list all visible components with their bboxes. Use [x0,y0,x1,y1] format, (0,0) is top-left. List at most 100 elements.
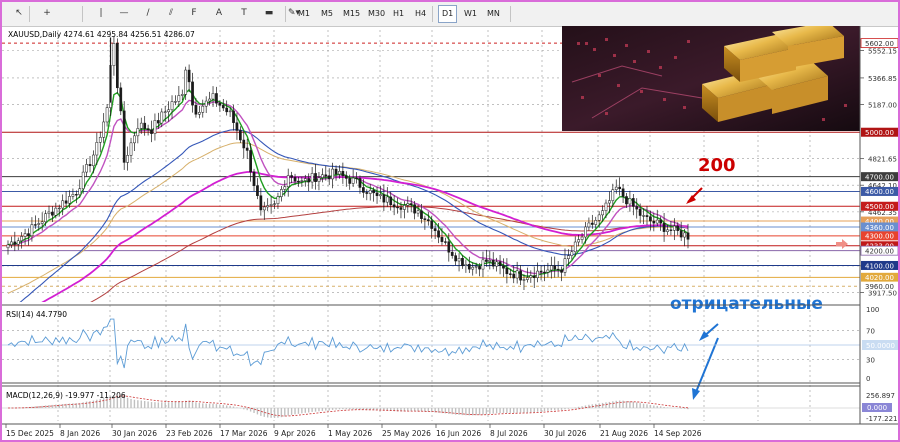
candle-body [563,258,567,273]
candle-body [290,175,293,178]
equidistant-channel-tool-button[interactable]: ⫽ [162,5,180,22]
candle-body [68,196,71,204]
candle-body [136,128,140,137]
candle-body [314,173,317,183]
equidistant-channel-icon: ⫽ [168,8,173,18]
candle-body [40,221,44,224]
horizontal-line-icon: — [119,8,129,18]
price-level-text: 4600.00 [865,188,894,196]
candle-body [403,205,406,210]
candle-body [461,258,464,266]
price-level-text: 5602.00 [865,40,894,48]
candle-body [184,69,188,95]
candle-body [676,225,680,231]
vertical-line-tool-button[interactable]: | [92,5,110,22]
candle-body [344,175,348,179]
candle-body [37,223,41,225]
candle-body [635,206,639,210]
text-icon: A [215,8,223,18]
candle-body [358,178,362,188]
timeframe-mn[interactable]: MN [484,6,503,22]
candle-body [286,175,290,188]
candle-body [580,236,584,240]
candle-body [362,187,365,193]
candle-body [180,94,184,96]
rsi-label: RSI(14) 44.7790 [6,310,67,319]
price-pointer-arrow [836,239,848,249]
candle-body [167,109,170,113]
candle-body [655,219,659,224]
candle-body [618,186,622,190]
candle-body [406,203,410,206]
candle-body [467,263,471,270]
candle-body [334,168,338,175]
vertical-line-icon: | [99,8,103,18]
candle-body [146,128,150,130]
candle-body [396,206,399,209]
candle-body [631,198,635,207]
candle-body [163,111,167,113]
timeframe-d1[interactable]: D1 [438,5,458,23]
timeframe-m15[interactable]: M15 [340,6,363,22]
text-label-tool-button[interactable]: T [235,5,253,22]
candle-body [215,93,218,104]
candle-body [33,224,37,226]
candle-body [321,174,324,178]
candle-body [553,265,557,270]
price-level-text: 5000.00 [865,129,894,137]
candle-body [413,204,416,214]
candle-body [16,240,20,245]
candle-body [204,100,208,107]
candle-body [379,194,382,196]
timeframe-m30[interactable]: M30 [365,6,388,22]
candle-body [649,216,652,222]
time-tick: 8 Jan 2026 [60,429,100,438]
horizontal-line-tool-button[interactable]: — [115,5,133,22]
candle-body [10,241,13,246]
fibonacci-tool-button[interactable]: F [185,5,203,22]
candle-body [133,135,136,144]
candle-body [549,265,553,271]
candle-body [27,233,30,237]
candle-body [590,222,594,225]
candle-body [454,255,457,262]
toolbar: ↖ + | — / ⫽ F A T ▬ ✎▾ M1 M5 M15 M30 H1 H4 D1 W1 MN [2,2,898,27]
candle-body [577,239,581,243]
rsi-panel: RSI(14) 44.7790 100 70 30 0 50.0000 [2,304,898,384]
chart-area[interactable]: XAUUSD,Daily 4274.61 4295.84 4256.51 428… [2,26,898,440]
candle-body [529,275,533,278]
text-label-icon: T [241,8,247,18]
cursor-tool-button[interactable]: ↖ [10,5,28,22]
candle-body [160,111,164,124]
trendline-icon: / [146,8,150,18]
timeframe-m1[interactable]: M1 [295,6,313,22]
rsi-tick: 70 [866,328,875,336]
candle-body [608,200,611,204]
candle-body [389,196,393,206]
candle-body [232,110,235,123]
text-tool-button[interactable]: A [210,5,228,22]
candle-body [122,110,126,163]
candle-body [201,105,205,113]
candle-body [546,269,550,273]
candle-body [143,122,147,129]
toolbar-separator [29,6,30,22]
candle-body [594,220,598,225]
time-tick: 25 May 2026 [382,429,431,438]
candle-body [324,174,328,177]
candle-body [300,180,304,182]
candle-body [385,196,389,203]
time-tick: 21 Aug 2026 [600,429,648,438]
timeframe-m5[interactable]: M5 [318,6,336,22]
timeframe-h4[interactable]: H4 [412,6,429,22]
crosshair-tool-button[interactable]: + [38,5,56,22]
trendline-tool-button[interactable]: / [139,5,157,22]
candle-body [218,102,222,106]
timeframe-h1[interactable]: H1 [390,6,407,22]
rectangle-tool-button[interactable]: ▬ [260,5,278,22]
time-tick: 15 Dec 2025 [6,429,54,438]
timeframe-w1[interactable]: W1 [461,6,480,22]
candle-body [447,241,451,253]
candle-body [225,107,229,113]
candle-body [491,260,495,267]
